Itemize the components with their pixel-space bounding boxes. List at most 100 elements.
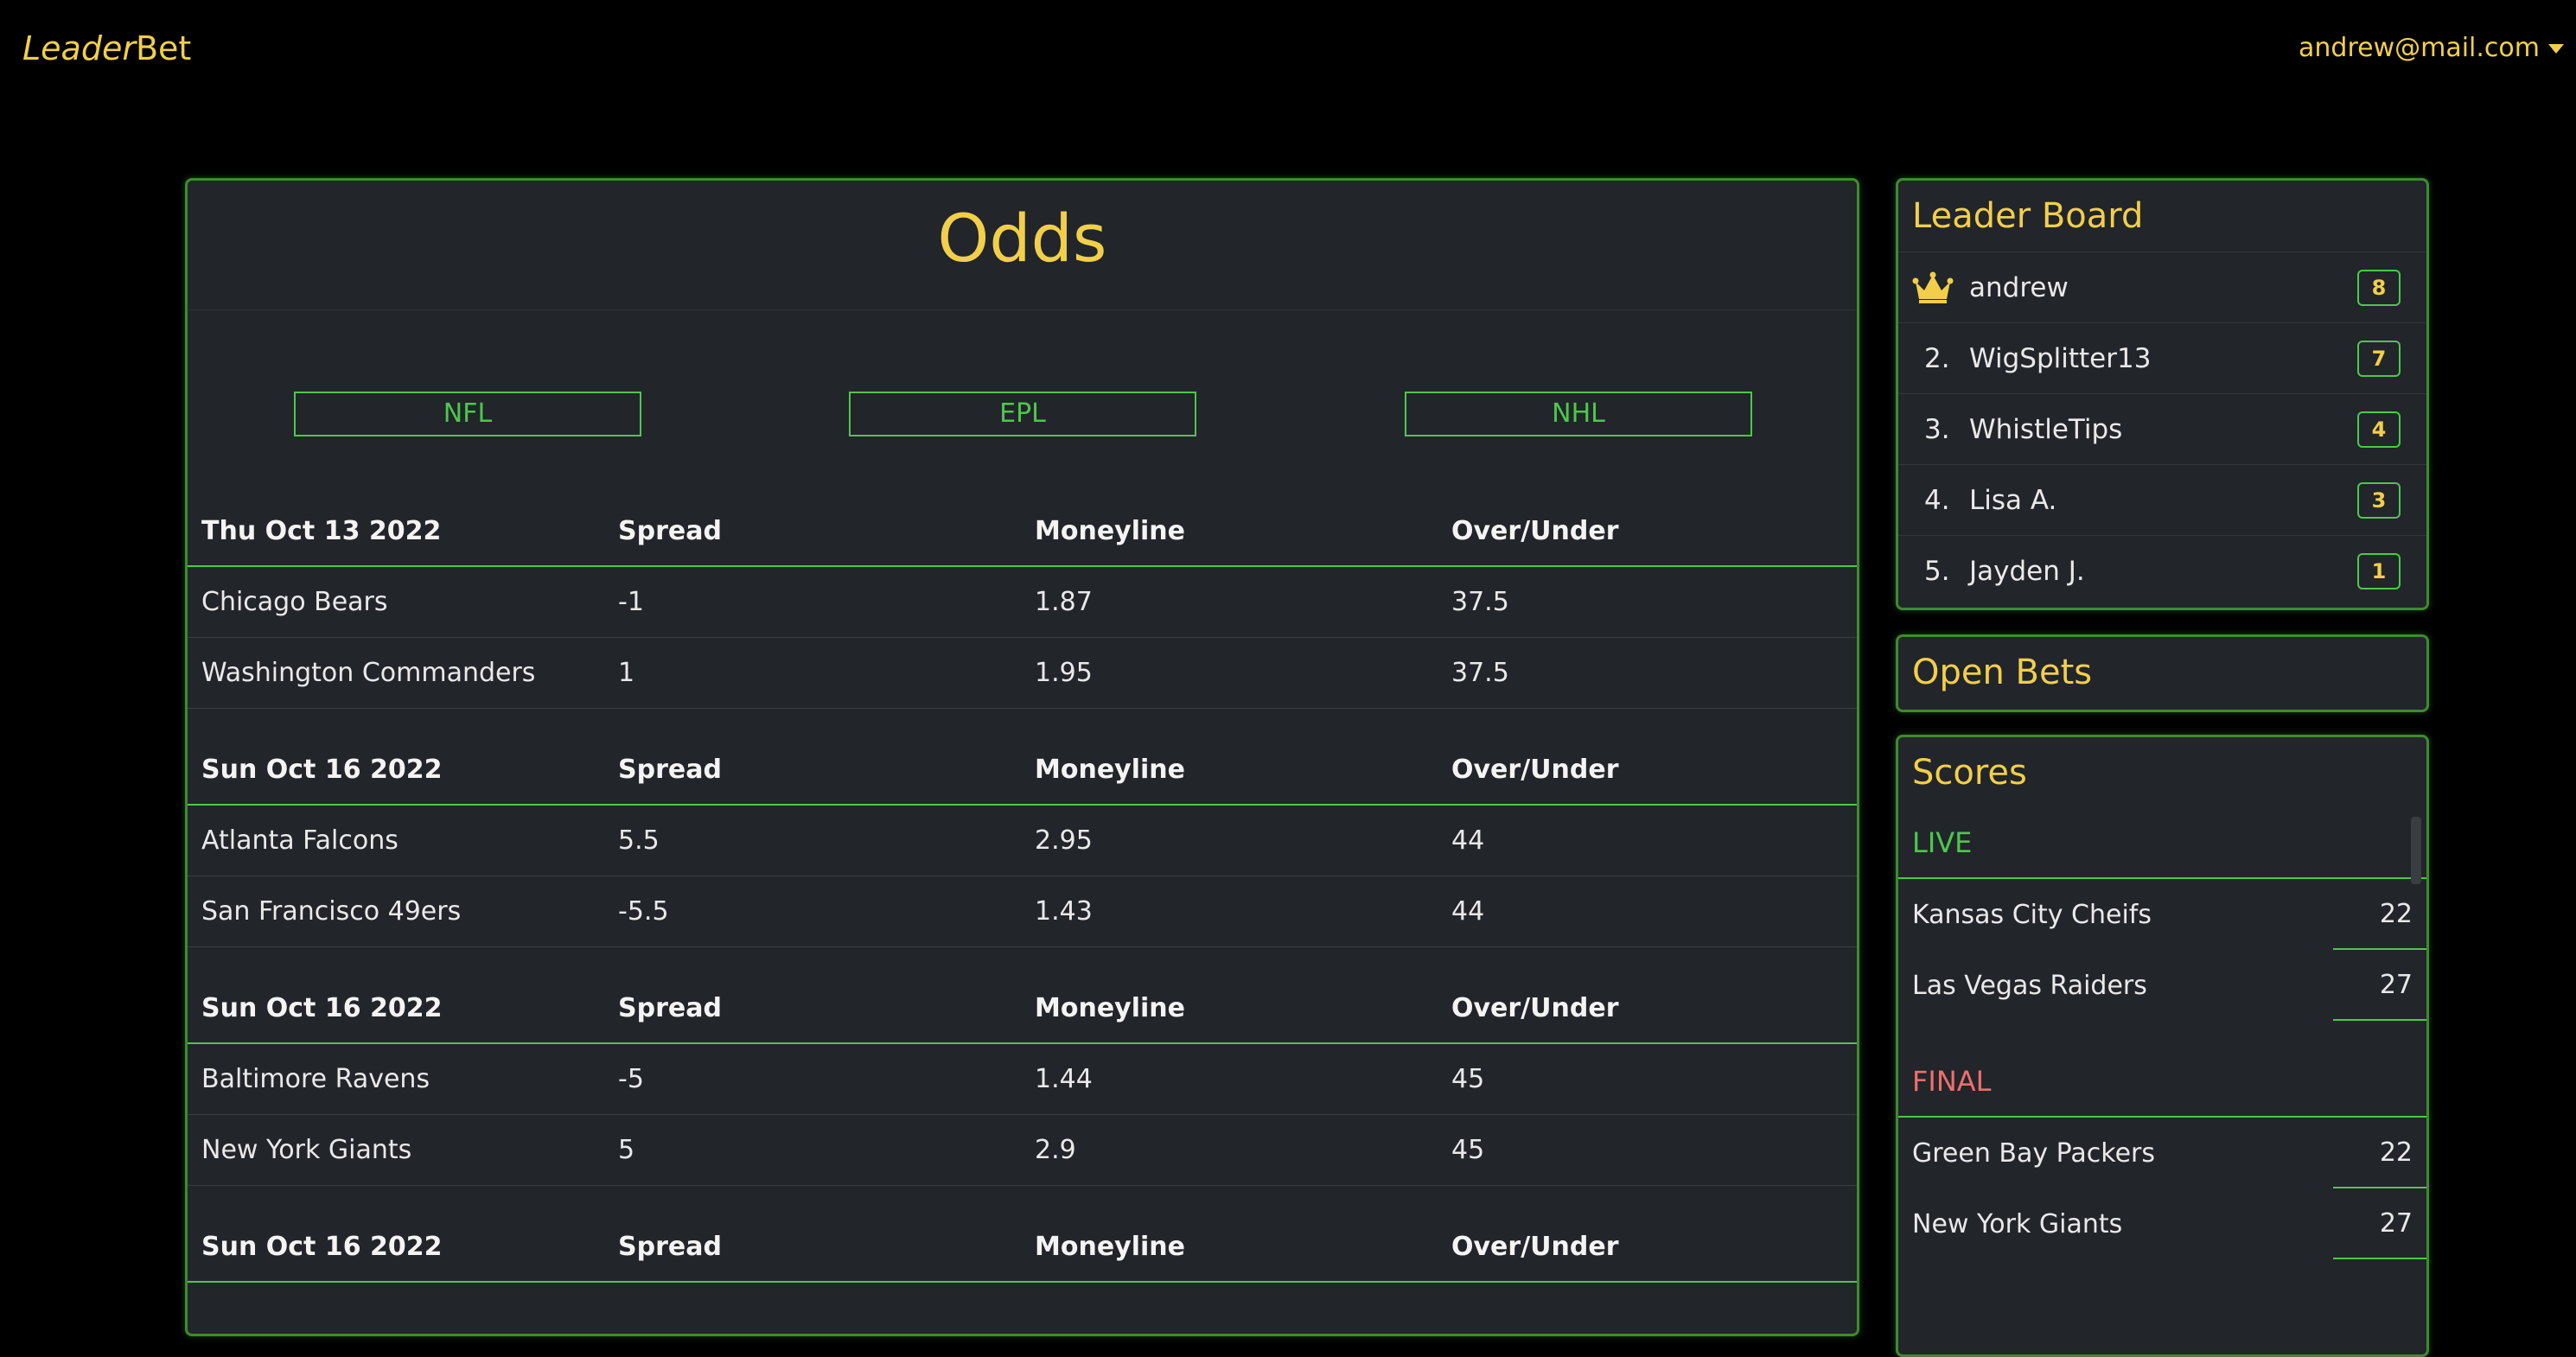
team-name: Chicago Bears <box>201 587 388 617</box>
score-value: 27 <box>2333 950 2426 1021</box>
score-team-name: Green Bay Packers <box>1912 1137 2155 1169</box>
leaderboard-rank: 2. <box>1924 342 1950 374</box>
score-value: 22 <box>2333 879 2426 950</box>
column-over-under: Over/Under <box>1451 1231 1619 1262</box>
team-name: Baltimore Ravens <box>201 1064 430 1094</box>
leaderboard-row[interactable]: 3. WhistleTips 4 <box>1898 393 2426 464</box>
game-block: Sun Oct 16 2022 Spread Moneyline Over/Un… <box>188 973 1857 1186</box>
column-moneyline: Moneyline <box>1035 754 1185 785</box>
game-date: Sun Oct 16 2022 <box>201 992 443 1023</box>
game-date: Sun Oct 16 2022 <box>201 754 443 785</box>
spread-value[interactable]: -5 <box>618 1064 1035 1094</box>
game-date: Sun Oct 16 2022 <box>201 1231 443 1262</box>
brand-logo[interactable]: LeaderBet <box>22 28 191 69</box>
moneyline-value[interactable]: 1.44 <box>1035 1064 1451 1094</box>
team-odds-row[interactable]: Washington Commanders 1 1.95 37.5 <box>188 638 1857 709</box>
leaderboard-rank: 3. <box>1924 413 1950 445</box>
team-odds-row[interactable]: New York Giants 5 2.9 45 <box>188 1115 1857 1186</box>
user-menu-dropdown[interactable]: andrew@mail.com <box>2299 31 2564 66</box>
crown-icon <box>1912 271 1969 304</box>
brand-part-leader: Leader <box>22 29 136 67</box>
over-under-value[interactable]: 45 <box>1451 1135 1857 1165</box>
score-row: Las Vegas Raiders 27 <box>1898 950 2426 1021</box>
game-header: Sun Oct 16 2022 Spread Moneyline Over/Un… <box>188 1212 1857 1283</box>
score-team-name: Las Vegas Raiders <box>1912 970 2147 1001</box>
spread-value[interactable]: -5.5 <box>618 896 1035 927</box>
moneyline-value[interactable]: 1.43 <box>1035 896 1451 927</box>
score-row: Green Bay Packers 22 <box>1898 1118 2426 1188</box>
column-spread: Spread <box>618 992 722 1023</box>
final-section-label: FINAL <box>1898 1047 2426 1118</box>
leaderboard-row[interactable]: 5. Jayden J. 1 <box>1898 535 2426 606</box>
over-under-value[interactable]: 45 <box>1451 1064 1857 1094</box>
score-value: 27 <box>2333 1188 2426 1259</box>
brand-part-bet: Bet <box>135 29 192 67</box>
score-row: Kansas City Cheifs 22 <box>1898 879 2426 950</box>
team-name: San Francisco 49ers <box>201 896 462 927</box>
leaderboard-name: Jayden J. <box>1969 555 2085 587</box>
team-name: Washington Commanders <box>201 658 536 688</box>
team-odds-row[interactable]: Baltimore Ravens -5 1.44 45 <box>188 1044 1857 1115</box>
leaderboard-rank: 4. <box>1924 484 1950 516</box>
spread-value[interactable]: 5 <box>618 1135 1035 1165</box>
game-header: Thu Oct 13 2022 Spread Moneyline Over/Un… <box>188 496 1857 567</box>
team-odds-row[interactable]: Chicago Bears -1 1.87 37.5 <box>188 567 1857 638</box>
score-team-name: New York Giants <box>1912 1208 2123 1239</box>
column-over-under: Over/Under <box>1451 754 1619 785</box>
over-under-value[interactable]: 37.5 <box>1451 587 1857 617</box>
leaderboard-row[interactable]: 2. WigSplitter13 7 <box>1898 322 2426 393</box>
column-over-under: Over/Under <box>1451 515 1619 546</box>
spread-value[interactable]: 1 <box>618 658 1035 688</box>
leaderboard-score-badge: 8 <box>2357 269 2401 306</box>
score-team-name: Kansas City Cheifs <box>1912 899 2152 930</box>
moneyline-value[interactable]: 1.95 <box>1035 658 1451 688</box>
over-under-value[interactable]: 37.5 <box>1451 658 1857 688</box>
leaderboard-card: Leader Board andrew 8 2. WigSplitter13 7… <box>1896 178 2429 610</box>
game-block: Sun Oct 16 2022 Spread Moneyline Over/Un… <box>188 1212 1857 1283</box>
moneyline-value[interactable]: 1.87 <box>1035 587 1451 617</box>
over-under-value[interactable]: 44 <box>1451 896 1857 927</box>
column-moneyline: Moneyline <box>1035 515 1185 546</box>
leaderboard-row[interactable]: 4. Lisa A. 3 <box>1898 464 2426 535</box>
leaderboard-title: Leader Board <box>1912 196 2144 236</box>
scores-title: Scores <box>1912 753 2027 793</box>
leaderboard-rank: 5. <box>1924 555 1950 587</box>
user-email: andrew@mail.com <box>2299 33 2540 63</box>
column-moneyline: Moneyline <box>1035 1231 1185 1262</box>
odds-title: Odds <box>188 181 1857 310</box>
team-odds-row[interactable]: San Francisco 49ers -5.5 1.43 44 <box>188 876 1857 947</box>
moneyline-value[interactable]: 2.95 <box>1035 825 1451 856</box>
leaderboard-name: WigSplitter13 <box>1969 342 2152 374</box>
open-bets-card[interactable]: Open Bets <box>1896 634 2429 712</box>
column-moneyline: Moneyline <box>1035 992 1185 1023</box>
score-value: 22 <box>2333 1118 2426 1188</box>
game-block: Thu Oct 13 2022 Spread Moneyline Over/Un… <box>188 496 1857 709</box>
top-navbar: LeaderBet andrew@mail.com <box>0 0 2576 97</box>
moneyline-value[interactable]: 2.9 <box>1035 1135 1451 1165</box>
leaderboard-name: WhistleTips <box>1969 413 2123 445</box>
leaderboard-score-badge: 4 <box>2357 411 2401 448</box>
league-button-epl[interactable]: EPL <box>849 392 1196 436</box>
open-bets-title: Open Bets <box>1912 653 2093 692</box>
game-header: Sun Oct 16 2022 Spread Moneyline Over/Un… <box>188 973 1857 1044</box>
league-tabs: NFL EPL NHL <box>188 310 1857 496</box>
leaderboard-score-badge: 7 <box>2357 340 2401 377</box>
team-name: Atlanta Falcons <box>201 825 399 856</box>
leaderboard-score-badge: 1 <box>2357 552 2401 589</box>
team-name: New York Giants <box>201 1135 412 1165</box>
leaderboard-name: Lisa A. <box>1969 484 2057 516</box>
spread-value[interactable]: 5.5 <box>618 825 1035 856</box>
leaderboard-row[interactable]: andrew 8 <box>1898 252 2426 322</box>
over-under-value[interactable]: 44 <box>1451 825 1857 856</box>
league-button-nhl[interactable]: NHL <box>1405 392 1752 436</box>
odds-panel: Odds NFL EPL NHL Thu Oct 13 2022 Spread … <box>185 178 1859 1336</box>
team-odds-row[interactable]: Atlanta Falcons 5.5 2.95 44 <box>188 806 1857 876</box>
caret-down-icon <box>2548 43 2564 54</box>
league-button-nfl[interactable]: NFL <box>294 392 641 436</box>
leaderboard-score-badge: 3 <box>2357 481 2401 519</box>
score-row: New York Giants 27 <box>1898 1188 2426 1259</box>
column-spread: Spread <box>618 754 722 785</box>
spread-value[interactable]: -1 <box>618 587 1035 617</box>
scores-scrollbar[interactable] <box>2411 817 2421 884</box>
column-over-under: Over/Under <box>1451 992 1619 1023</box>
